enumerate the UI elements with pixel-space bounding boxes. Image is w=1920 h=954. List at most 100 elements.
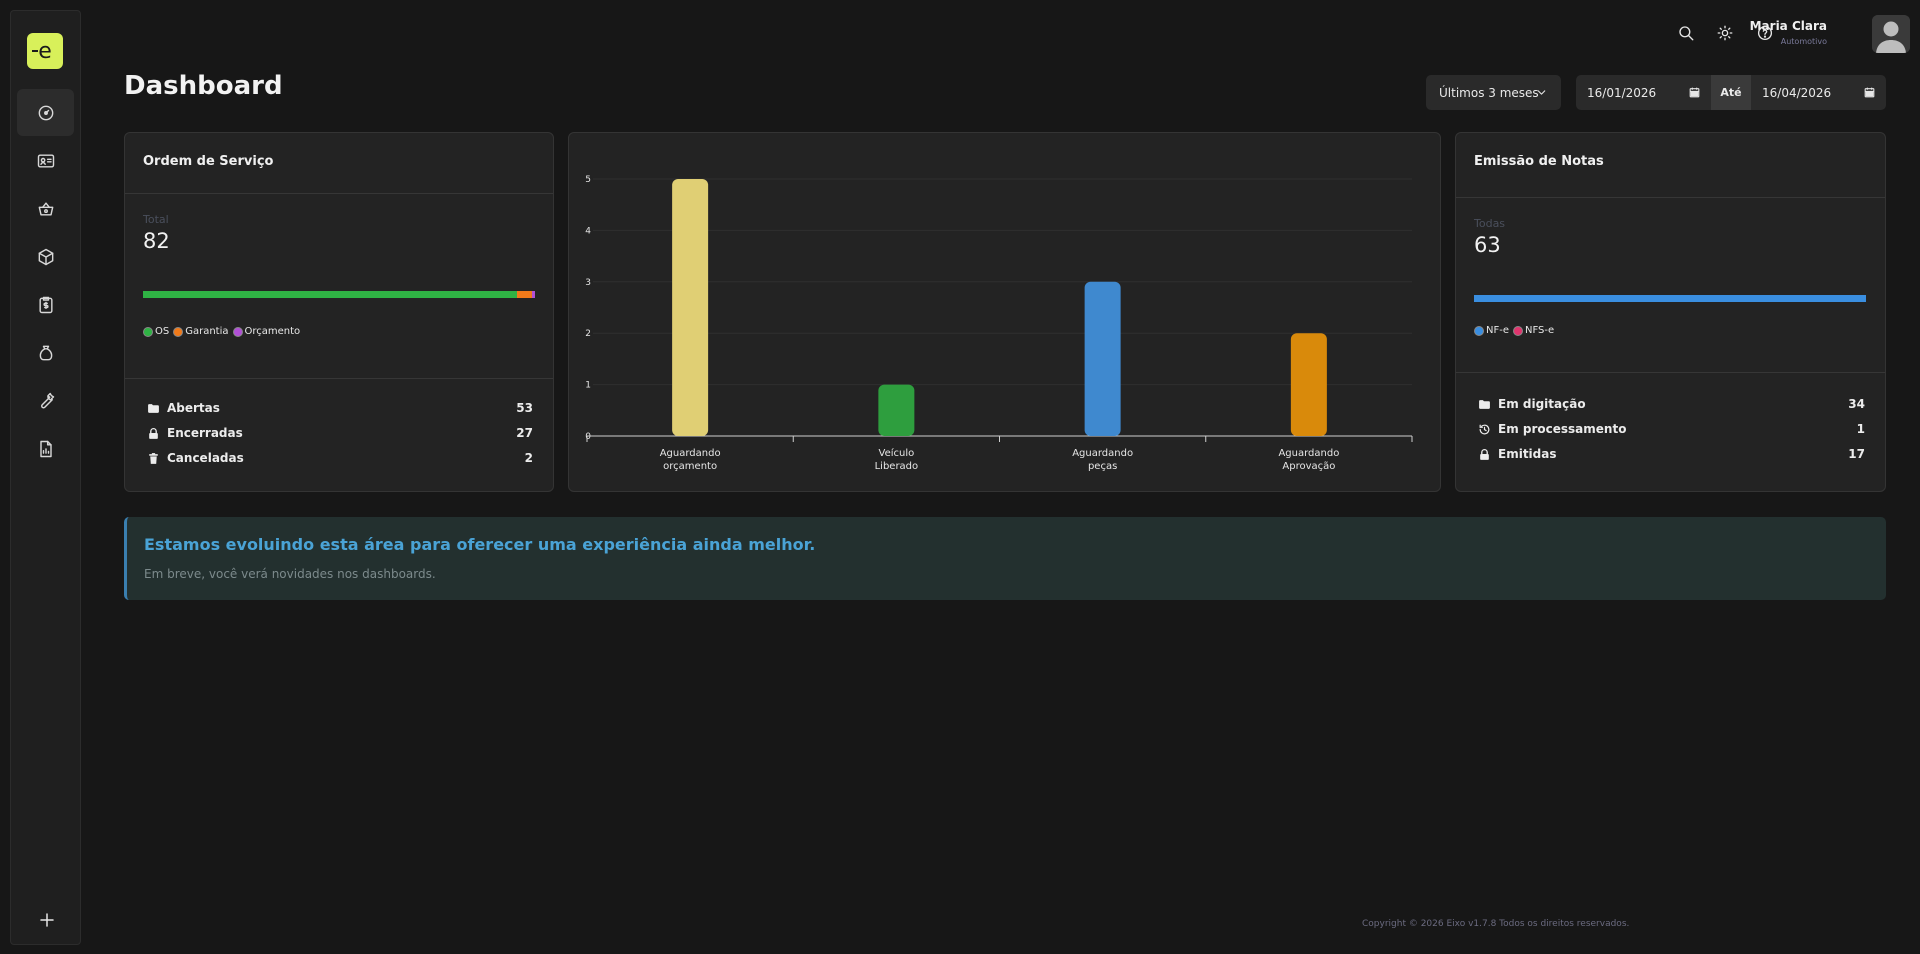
stat-row-encerradas[interactable]: Encerradas 27: [145, 424, 533, 442]
x-tick-label: Veículo: [879, 447, 915, 459]
os-bar-segment: [143, 291, 517, 298]
y-tick-label: 0: [585, 432, 591, 442]
period-select-value: Últimos 3 meses: [1439, 85, 1539, 100]
legend-dot: [173, 326, 184, 337]
info-notice: Estamos evoluindo esta área para oferece…: [124, 517, 1886, 600]
legend-dot: [1474, 325, 1484, 336]
search-icon: [1679, 26, 1694, 41]
sidebar-item-finance[interactable]: [17, 329, 74, 376]
divider: [1456, 197, 1885, 198]
user-role: Automotivo: [1780, 37, 1827, 46]
theme-toggle-button[interactable]: [1714, 22, 1736, 44]
calendar-icon[interactable]: [1863, 86, 1876, 99]
legend-item-orcamento[interactable]: Orçamento: [232, 326, 300, 337]
date-separator: Até: [1711, 75, 1751, 110]
add-button[interactable]: [36, 909, 58, 931]
wrench-icon: [40, 392, 54, 408]
stat-label: Em processamento: [1498, 422, 1627, 436]
box-icon: [38, 248, 53, 265]
service-orders-title: Ordem de Serviço: [143, 154, 274, 169]
sidebar: e: [10, 10, 81, 945]
sidebar-item-invoices[interactable]: [17, 281, 74, 328]
total-value: 82: [143, 229, 170, 253]
svg-text:e: e: [38, 39, 52, 64]
invoices-title: Emissão de Notas: [1474, 154, 1604, 169]
id-card-icon: [37, 153, 54, 168]
garantia-bar-segment: [517, 291, 532, 298]
os-distribution-bar: [143, 291, 535, 298]
legend-item-nfse[interactable]: NFS-e: [1513, 325, 1554, 336]
sidebar-item-services[interactable]: [17, 377, 74, 424]
footer-copyright: Copyright © 2026 Eixo v1.7.8 Todos os di…: [1362, 919, 1630, 929]
legend-dot: [232, 326, 243, 337]
chart-bar: [1084, 281, 1121, 436]
stat-value: 1: [1856, 422, 1865, 436]
stat-label: Canceladas: [167, 451, 244, 465]
legend-item-nfe[interactable]: NF-e: [1474, 325, 1509, 336]
x-tick-label: Aguardando: [660, 448, 721, 459]
legend-item-os[interactable]: OS: [143, 326, 169, 337]
legend-dot: [1513, 325, 1523, 336]
sidebar-item-clients[interactable]: [17, 137, 74, 184]
lock-icon: [1476, 446, 1492, 462]
stat-row-em-processamento[interactable]: Em processamento 1: [1476, 420, 1865, 438]
trash-icon: [145, 450, 161, 466]
status-chart-card: 0 1 2 3 4 5 Aguardando orçamento Veículo Liberado…: [568, 132, 1441, 492]
orcamento-bar-segment: [532, 291, 535, 298]
user-avatar-icon: [1872, 15, 1910, 53]
chevron-down-icon: [1537, 90, 1546, 95]
sidebar-item-dashboard[interactable]: [17, 89, 74, 136]
calendar-icon[interactable]: [1688, 86, 1701, 99]
date-range: 16/01/2026 Até 16/04/2026: [1576, 75, 1886, 110]
x-tick-label: Aguardando: [1278, 448, 1339, 459]
total-label: Todas: [1474, 217, 1506, 230]
folder-icon: [145, 400, 161, 416]
total-label: Total: [143, 213, 169, 226]
date-to-input[interactable]: 16/04/2026: [1751, 75, 1886, 110]
logo-icon: e: [32, 39, 52, 64]
sidebar-item-products[interactable]: [17, 233, 74, 280]
legend-item-garantia[interactable]: Garantia: [173, 326, 229, 337]
divider: [125, 378, 553, 379]
stat-label: Em digitação: [1498, 397, 1586, 411]
lock-icon: [145, 425, 161, 441]
x-tick-label: Liberado: [875, 461, 919, 472]
legend-dot: [143, 326, 153, 337]
stat-value: 53: [516, 401, 533, 415]
stat-value: 27: [516, 426, 533, 440]
stat-row-canceladas[interactable]: Canceladas 2: [145, 449, 533, 467]
service-orders-card: Ordem de Serviço Total 82 OS Garantia Or…: [124, 132, 554, 492]
stat-row-emitidas[interactable]: Emitidas 17: [1476, 445, 1865, 463]
page-title: Dashboard: [124, 71, 283, 101]
invoices-legend: NF-e NFS-e: [1474, 325, 1554, 336]
stat-row-em-digitacao[interactable]: Em digitação 34: [1476, 395, 1865, 413]
divider: [125, 193, 553, 194]
invoice-icon: [38, 296, 53, 313]
notice-title: Estamos evoluindo esta área para oferece…: [144, 535, 816, 554]
y-tick-label: 5: [585, 175, 591, 185]
sun-icon: [1717, 25, 1733, 41]
avatar[interactable]: [1872, 15, 1910, 53]
history-icon: [1476, 421, 1492, 437]
gauge-icon: [38, 105, 53, 120]
y-tick-label: 4: [585, 226, 591, 236]
user-name[interactable]: Maria Clara: [1750, 19, 1827, 33]
date-to-value: 16/04/2026: [1762, 85, 1832, 100]
period-select[interactable]: Últimos 3 meses: [1426, 75, 1561, 110]
plus-icon: [40, 913, 54, 927]
basket-icon: [38, 201, 53, 216]
stat-label: Abertas: [167, 401, 220, 415]
search-button[interactable]: [1675, 22, 1697, 44]
stat-value: 34: [1848, 397, 1865, 411]
divider: [1456, 372, 1885, 373]
stat-value: 17: [1848, 447, 1865, 461]
y-tick-label: 1: [585, 381, 591, 391]
stat-row-abertas[interactable]: Abertas 53: [145, 399, 533, 417]
stat-label: Emitidas: [1498, 447, 1557, 461]
app-logo[interactable]: e: [27, 33, 63, 69]
sidebar-item-reports[interactable]: [17, 425, 74, 472]
sidebar-item-sales[interactable]: [17, 185, 74, 232]
invoice-distribution-bar: [1474, 295, 1866, 302]
y-tick-label: 2: [585, 329, 591, 339]
date-from-input[interactable]: 16/01/2026: [1576, 75, 1711, 110]
